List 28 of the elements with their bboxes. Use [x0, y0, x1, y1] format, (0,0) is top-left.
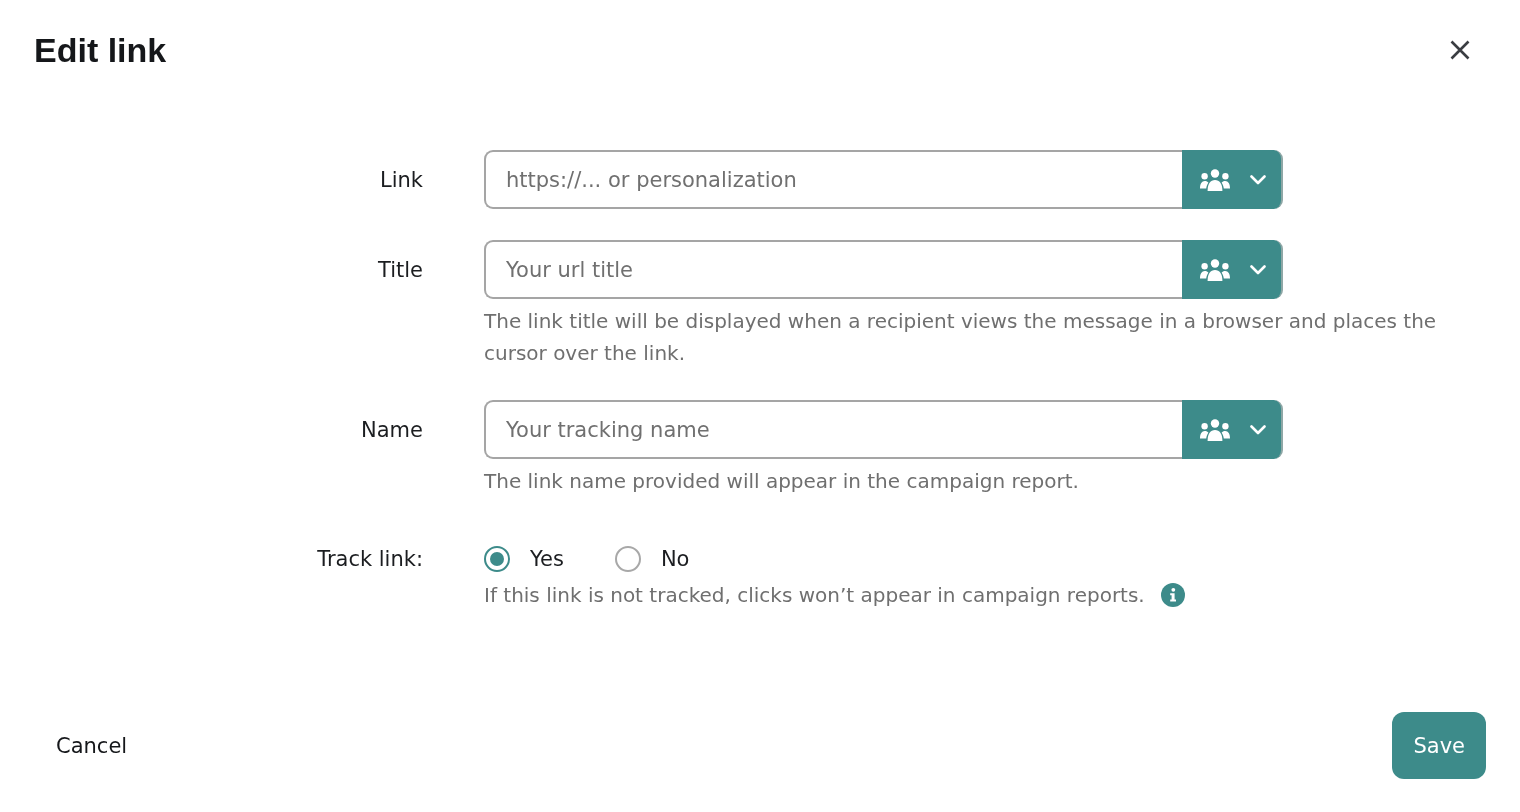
radio-button[interactable] — [484, 546, 510, 572]
people-icon — [1199, 418, 1230, 441]
field-label: Track link: — [317, 547, 423, 571]
caret-icon — [1249, 424, 1266, 435]
close-icon[interactable] — [1450, 40, 1470, 60]
input-field[interactable]: https://... or personalization — [484, 150, 1182, 209]
help-text: If this link is not tracked, clicks won’t appear in campaign reports. — [484, 582, 1145, 609]
help-text: The link title will be displayed when a recipient views the message in a browser and places the cursor over the link. — [484, 308, 1438, 367]
cancel-button[interactable]: Cancel — [56, 733, 128, 758]
input-field[interactable]: Your url title — [484, 240, 1182, 299]
field-label: Title — [378, 257, 423, 282]
caret-icon — [1249, 264, 1266, 275]
people-icon — [1199, 168, 1230, 191]
info-icon[interactable] — [1160, 583, 1185, 607]
field-label: Name — [361, 417, 423, 442]
option-label: No — [660, 547, 690, 571]
people-icon — [1199, 258, 1230, 281]
caret-icon — [1249, 174, 1266, 185]
field-label: Link — [380, 167, 423, 192]
personalization-button[interactable] — [1182, 400, 1283, 459]
dialog-title: Edit link — [34, 30, 167, 70]
personalization-button[interactable] — [1182, 240, 1283, 299]
input-field[interactable]: Your tracking name — [484, 400, 1182, 459]
personalization-button[interactable] — [1182, 150, 1283, 209]
option-label: Yes — [530, 547, 564, 571]
help-text: The link name provided will appear in the campaign report. — [484, 468, 1080, 495]
save-button[interactable]: Save — [1392, 712, 1486, 779]
radio-button[interactable] — [614, 546, 641, 572]
